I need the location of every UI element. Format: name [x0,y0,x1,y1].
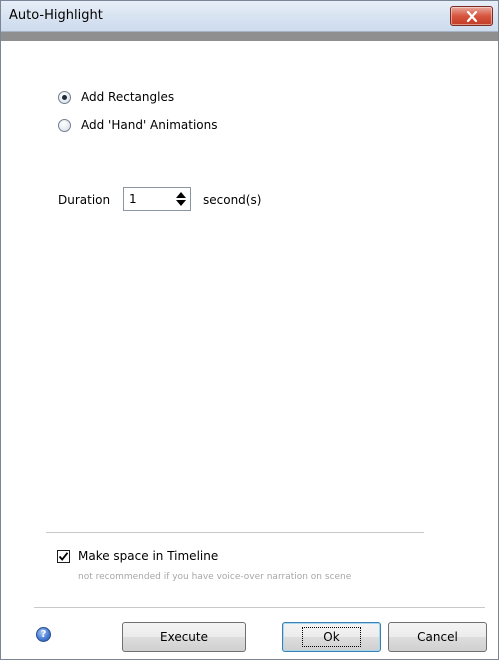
increment-arrow-icon[interactable] [176,192,186,198]
ok-button-label: Ok [302,627,361,647]
checkmark-icon [58,551,69,561]
make-space-label: Make space in Timeline [78,549,219,563]
make-space-checkbox-row[interactable]: Make space in Timeline [57,549,218,563]
footer-divider [34,607,485,608]
stepper-arrows[interactable] [175,190,187,208]
window-title: Auto-Highlight [9,8,103,23]
title-bar: Auto-Highlight [1,1,498,32]
help-glyph: ? [40,629,47,640]
radio-add-hand-animations[interactable]: Add 'Hand' Animations [58,117,218,133]
radio-button[interactable] [58,118,71,132]
dialog-window: Auto-Highlight Add Rectangles Add 'Hand'… [0,0,499,660]
close-button[interactable] [450,6,493,26]
duration-label: Duration [58,193,111,207]
duration-value[interactable]: 1 [129,192,137,206]
duration-stepper[interactable]: 1 [123,187,191,211]
make-space-checkbox[interactable] [57,549,70,563]
close-icon [466,10,477,22]
help-icon[interactable]: ? [36,627,51,642]
cancel-button[interactable]: Cancel [388,622,487,652]
make-space-hint: not recommended if you have voice-over n… [78,572,352,582]
radio-selected-dot [62,94,67,100]
duration-unit-label: second(s) [203,193,262,207]
ok-button[interactable]: Ok [282,622,381,652]
decrement-arrow-icon[interactable] [176,200,186,206]
header-divider-bar [1,32,498,41]
radio-label: Add Rectangles [81,90,175,104]
radio-add-rectangles[interactable]: Add Rectangles [58,89,174,105]
radio-label: Add 'Hand' Animations [81,118,218,132]
execute-button[interactable]: Execute [122,622,246,652]
divider [46,532,424,533]
radio-button[interactable] [58,90,71,104]
